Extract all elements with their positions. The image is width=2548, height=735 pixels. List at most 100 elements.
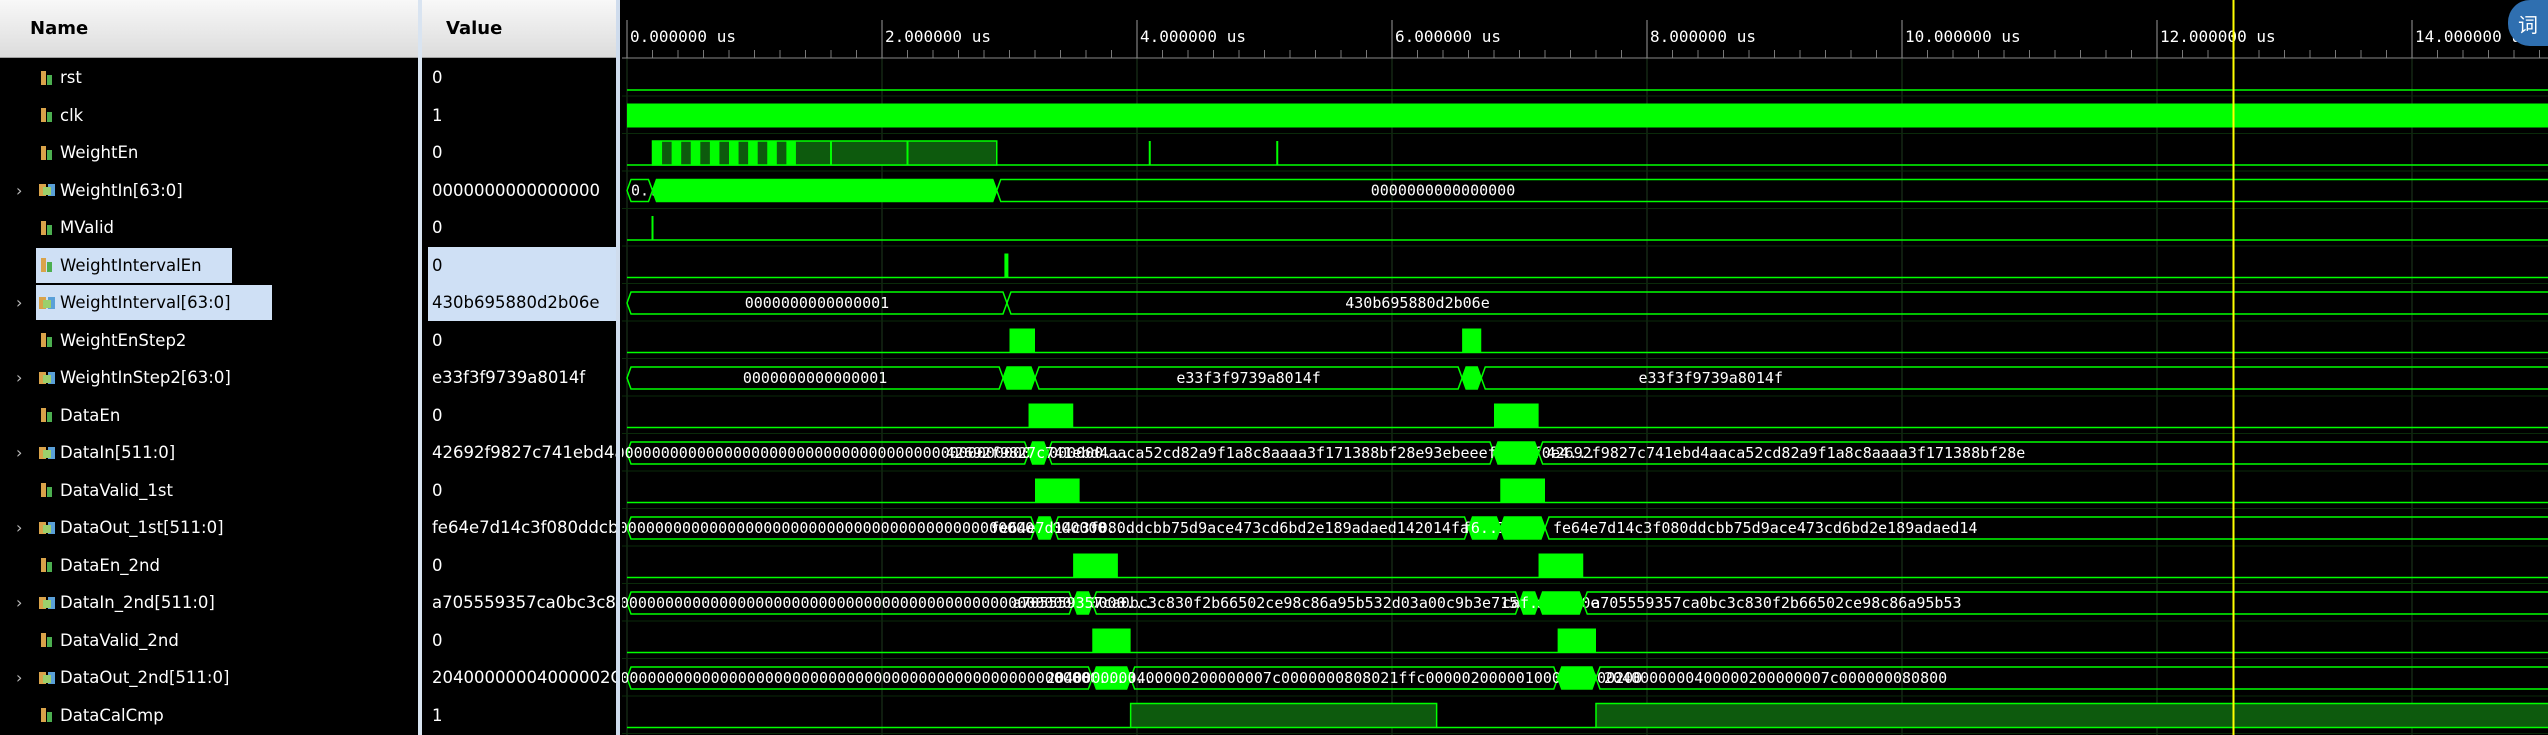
waveform-svg: 0.000000 us 2.000000 us 4.000000 us 6.00000… [622, 0, 2548, 735]
bus-value-label: a705559357ca0bc3c830f2b66502ce98c86a95b5… [1591, 594, 1961, 612]
wave-pulse [1095, 553, 1102, 578]
expand-chevron-icon[interactable]: › [16, 443, 30, 462]
signal-value: 20400000004000002C [432, 668, 616, 687]
wave-pulse [1111, 628, 1117, 653]
wave-pulse [1549, 553, 1556, 578]
value-header-label: Value [446, 18, 503, 39]
wave-pulse [1121, 628, 1126, 653]
time-tick-label: 0.000000 us [630, 27, 736, 46]
signal-row[interactable]: › WeightIn[63:0] [0, 172, 418, 209]
wave-dense [1462, 328, 1482, 353]
time-tick-label: 12.000000 us [2160, 27, 2276, 46]
wave-pulse [1534, 403, 1537, 428]
signal-name: MValid [60, 218, 114, 237]
bus-signal-icon [38, 594, 56, 612]
signal-name: WeightIntervalEn [60, 255, 202, 275]
wave-pulse [1525, 403, 1528, 428]
signal-row[interactable]: DataCalCmp [0, 697, 418, 734]
wave-pulse [767, 141, 777, 165]
bus-value-label: 0000000000000001 [745, 294, 890, 312]
wave-splitter[interactable] [616, 0, 620, 735]
signal-row[interactable]: WeightEn [0, 134, 418, 171]
wave-pulse [1498, 403, 1501, 428]
dictionary-icon[interactable]: 词 [2508, 0, 2548, 46]
signal-name: DataValid_1st [60, 480, 173, 500]
wave-pulse [1075, 478, 1078, 503]
signal-value: 1 [432, 705, 443, 725]
bus-segment [1499, 516, 1546, 540]
wire-signal-icon [38, 331, 56, 349]
signal-row[interactable]: › DataIn[511:0] [0, 434, 418, 471]
signal-row[interactable]: DataEn_2nd [0, 547, 418, 584]
wave-pulse [1048, 478, 1051, 503]
expand-chevron-icon[interactable]: › [16, 518, 30, 537]
signal-name: DataIn[511:0] [60, 443, 176, 462]
expand-chevron-icon[interactable]: › [16, 668, 30, 687]
signal-row[interactable]: › DataOut_2nd[511:0] [0, 659, 418, 696]
bus-signal-icon [38, 369, 56, 387]
bus-value-label: e33f3f9739a8014f [1176, 369, 1321, 387]
wave-pulse [1042, 403, 1045, 428]
expand-chevron-icon[interactable]: › [16, 593, 30, 612]
signal-row[interactable]: › WeightInStep2[63:0] [0, 359, 418, 396]
signal-name: rst [60, 68, 82, 87]
wire-signal-icon [38, 106, 56, 124]
signal-row[interactable]: DataValid_1st [0, 472, 418, 509]
bus-value-label: 0000000000000001 [743, 369, 888, 387]
name-column-header[interactable]: Name [0, 0, 418, 58]
signal-row[interactable]: › DataOut_1st[511:0] [0, 509, 418, 546]
signal-name: DataEn [60, 405, 121, 425]
wave-pulse [1092, 628, 1098, 653]
signal-row[interactable]: WeightEnStep2 [0, 322, 418, 359]
signal-row[interactable]: clk [0, 97, 418, 134]
signal-row[interactable]: › DataIn_2nd[511:0] [0, 584, 418, 621]
wave-pulse [1101, 628, 1107, 653]
signal-row[interactable]: DataValid_2nd [0, 622, 418, 659]
bus-signal-icon [38, 669, 56, 687]
wave-pulse [1050, 403, 1054, 428]
bus-segment [1461, 366, 1483, 390]
signal-row[interactable]: DataEn [0, 397, 418, 434]
signal-row[interactable]: › WeightInterval[63:0] [0, 284, 418, 321]
wave-pulse [1046, 403, 1049, 428]
expand-chevron-icon[interactable]: › [16, 368, 30, 387]
wave-pulse [1004, 253, 1009, 278]
wave-pulse [1536, 478, 1539, 503]
waveform-canvas[interactable]: 0.000000 us 2.000000 us 4.000000 us 6.00000… [622, 0, 2548, 735]
bus-segment [1002, 366, 1036, 390]
value-column-header[interactable]: Value [422, 0, 616, 58]
signal-name: WeightIn[63:0] [60, 180, 183, 200]
corner-label: 词 [2518, 12, 2538, 37]
bus-segment [1537, 591, 1585, 615]
wave-pulse [1504, 478, 1508, 503]
time-tick-label: 8.000000 us [1650, 27, 1756, 46]
signal-name: WeightEnStep2 [60, 330, 187, 350]
wave-pulse [1029, 328, 1033, 353]
wave-pulse [1106, 553, 1113, 578]
wave-pulse [1084, 553, 1090, 578]
signal-row[interactable]: rst [0, 59, 418, 96]
signal-row[interactable]: WeightIntervalEn [0, 247, 418, 284]
time-tick-label: 10.000000 us [1905, 27, 2021, 46]
expand-chevron-icon[interactable]: › [16, 181, 30, 200]
wave-pulse [1043, 478, 1047, 503]
expand-chevron-icon[interactable]: › [16, 293, 30, 312]
signal-value: 0 [432, 480, 443, 500]
bus-value-label: 2040000000400000200000007c0000000808021f… [1046, 669, 1642, 687]
bus-value-label: 430b695880d2b06e [1345, 294, 1490, 312]
wave-pulse [1039, 478, 1042, 503]
wave-pulse [1538, 553, 1545, 578]
wave-pulse [1576, 628, 1582, 653]
wave-pulse [1009, 328, 1013, 353]
wave-pulse [1052, 478, 1056, 503]
column-splitter[interactable] [418, 0, 422, 735]
time-tick-label: 4.000000 us [1140, 27, 1246, 46]
wave-pulse [1518, 478, 1521, 503]
signal-value: 0 [432, 330, 443, 350]
signal-name: DataIn_2nd[511:0] [60, 593, 215, 612]
signal-row[interactable]: MValid [0, 209, 418, 246]
signal-value: e33f3f9739a8014f [432, 368, 586, 387]
wave-pulse [1511, 403, 1515, 428]
wave-pulse [1059, 403, 1063, 428]
wave-pulse [1560, 553, 1567, 578]
